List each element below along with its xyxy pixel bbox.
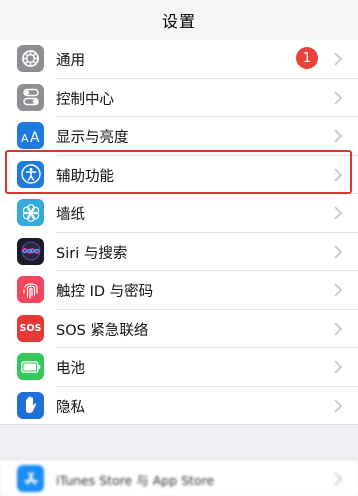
chevron-right-icon (334, 244, 343, 259)
svg-text:A: A (21, 132, 29, 145)
settings-row-label: 通用 (56, 53, 85, 69)
settings-row-label: 隐私 (56, 399, 85, 416)
settings-row-wallpaper[interactable]: 墙纸 (0, 194, 358, 233)
hand-icon (17, 391, 44, 419)
chevron-right-icon (334, 206, 343, 220)
settings-row-battery[interactable]: 电池 (0, 348, 358, 387)
siri-icon (17, 237, 44, 265)
sos-icon-text: SOS (19, 322, 42, 334)
accessibility-icon (17, 160, 44, 188)
settings-row-label: iTunes Store 与 App Store (56, 473, 215, 488)
settings-row-emergency-sos[interactable]: SOS SOS 紧急联络 (0, 310, 358, 348)
settings-row-label: Siri 与搜索 (56, 245, 128, 262)
gear-icon (17, 45, 44, 72)
settings-row-accessibility[interactable]: 辅助功能 (0, 156, 358, 194)
settings-row-label: 辅助功能 (56, 168, 114, 185)
flower-icon (17, 199, 44, 226)
app-store-icon (17, 465, 44, 492)
battery-icon (17, 353, 44, 380)
fingerprint-icon (17, 276, 44, 303)
settings-group: 通用 1 控制中心 A A 显示与亮度 辅助功能 墙纸 Siri 与搜索 触控 … (0, 40, 358, 425)
settings-row-general[interactable]: 通用 1 (0, 40, 358, 79)
navigation-bar: 设置 (0, 0, 358, 40)
chevron-right-icon (334, 398, 343, 413)
settings-row-label: 显示与亮度 (56, 130, 129, 146)
chevron-right-icon (334, 52, 343, 66)
settings-row-itunes-app-store[interactable]: iTunes Store 与 App Store (0, 460, 358, 496)
settings-row-privacy[interactable]: 隐私 (0, 387, 358, 426)
chevron-right-icon (334, 90, 343, 105)
chevron-right-icon (334, 472, 343, 486)
settings-row-label: 电池 (56, 361, 85, 377)
chevron-right-icon (334, 167, 343, 182)
settings-row-label: 控制中心 (56, 91, 114, 108)
settings-row-display-brightness[interactable]: A A 显示与亮度 (0, 117, 358, 156)
chevron-right-icon (334, 360, 343, 374)
settings-row-label: 触控 ID 与密码 (56, 284, 154, 300)
svg-text:A: A (30, 130, 40, 145)
text-size-icon: A A (17, 122, 44, 149)
page-title: 设置 (161, 12, 196, 31)
settings-screen: 设置 通用 1 控制中心 A A 显示与亮度 辅助功能 墙纸 Siri 与搜索 … (0, 0, 358, 496)
chevron-right-icon (334, 129, 343, 143)
chevron-right-icon (334, 283, 343, 297)
notification-badge: 1 (296, 47, 318, 69)
settings-row-siri-search[interactable]: Siri 与搜索 (0, 233, 358, 271)
settings-row-control-center[interactable]: 控制中心 (0, 79, 358, 117)
toggle-icon (17, 83, 44, 111)
chevron-right-icon (334, 321, 343, 336)
settings-row-label: 墙纸 (56, 207, 85, 223)
sos-icon: SOS (17, 314, 44, 342)
settings-row-touch-id-passcode[interactable]: 触控 ID 与密码 (0, 271, 358, 310)
settings-row-label: SOS 紧急联络 (56, 322, 149, 339)
settings-group-stores: iTunes Store 与 App Store (0, 459, 358, 496)
